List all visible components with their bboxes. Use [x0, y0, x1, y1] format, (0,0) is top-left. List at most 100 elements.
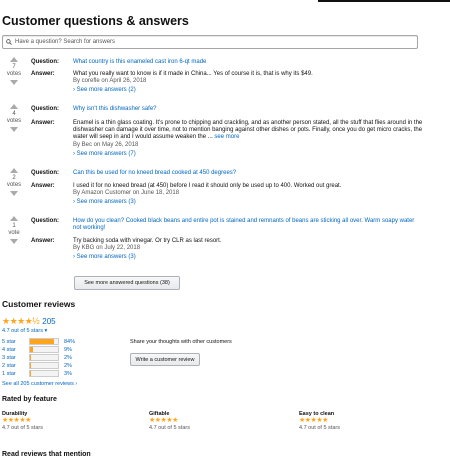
histogram-row[interactable]: 5 star 84%: [2, 338, 75, 345]
feature-rating-text: 4.7 out of 5 stars: [2, 425, 43, 431]
answer-block: What you really want to know is if it ma…: [73, 71, 423, 95]
see-more-answers-link[interactable]: › See more answers (7): [73, 151, 423, 158]
answer-text: Try backing soda with vinegar. Or try CL…: [73, 238, 222, 244]
histogram-percent: 84%: [64, 338, 76, 345]
answer-block: Try backing soda with vinegar. Or try CL…: [73, 238, 423, 262]
downvote-icon[interactable]: [10, 239, 18, 245]
vote-label: votes: [6, 182, 22, 189]
rated-by-feature-title: Rated by feature: [2, 396, 57, 403]
answer-text: Enamel is a thin glass coating. It's pro…: [73, 120, 423, 142]
qa-search-input[interactable]: Have a question? Search for answers: [2, 35, 418, 49]
qa-section-title: Customer questions & answers: [2, 14, 189, 28]
see-more-answers-link[interactable]: › See more answers (2): [73, 87, 423, 94]
histogram-row[interactable]: 3 star 2%: [2, 354, 72, 361]
star-rating-icon: ★★★★½: [2, 316, 40, 326]
histogram-bar-fill: [30, 371, 31, 376]
vote-label: vote: [8, 230, 20, 237]
vote-count: 2: [12, 175, 16, 181]
feature-rating: Easy to clean ★★★★★ 4.7 out of 5 stars: [299, 411, 340, 431]
top-divider: [318, 0, 450, 2]
question-label: Question:: [31, 59, 59, 65]
vote-label: votes: [6, 118, 22, 125]
histogram-percent: 9%: [64, 346, 72, 353]
vote-count: 4: [12, 111, 16, 117]
answer-label: Answer:: [31, 120, 55, 126]
answer-label: Answer:: [31, 183, 55, 189]
histogram-bar: [29, 338, 59, 345]
feature-rating-text: 4.7 out of 5 stars: [149, 425, 190, 431]
question-link[interactable]: How do you clean? Cooked black beans and…: [73, 218, 423, 232]
upvote-icon[interactable]: [10, 216, 18, 221]
histogram-star-label: 5 star: [2, 338, 16, 345]
histogram-star-label: 4 star: [2, 346, 16, 353]
vote-widget: 2 votes: [4, 168, 24, 197]
answer-label: Answer:: [31, 238, 55, 244]
answer-byline: By Amazon Customer on June 18, 2018: [73, 190, 180, 197]
histogram-star-label: 3 star: [2, 354, 16, 361]
upvote-icon[interactable]: [10, 168, 18, 173]
vote-label: votes: [6, 71, 22, 78]
answer-byline: By corefle on April 26, 2018: [73, 78, 147, 85]
histogram-bar-fill: [30, 339, 54, 344]
upvote-icon[interactable]: [10, 57, 18, 62]
review-count-link[interactable]: 205: [42, 317, 55, 326]
write-review-button[interactable]: Write a customer review: [130, 353, 200, 366]
customer-reviews-title: Customer reviews: [2, 299, 76, 309]
histogram-bar: [29, 362, 59, 369]
question-label: Question:: [31, 106, 59, 112]
rating-text-dropdown[interactable]: 4.7 out of 5 stars ▾: [2, 328, 47, 334]
search-icon: [3, 39, 15, 45]
histogram-star-label: 1 star: [2, 370, 16, 377]
see-more-answers-link[interactable]: › See more answers (3): [73, 199, 423, 206]
vote-widget: 1 vote: [4, 216, 24, 245]
histogram-percent: 2%: [64, 354, 72, 361]
question-link[interactable]: Why isn't this dishwasher safe?: [73, 106, 423, 113]
histogram-bar-fill: [30, 363, 31, 368]
answer-byline: By Bec on May 26, 2018: [73, 141, 139, 148]
question-link[interactable]: What country is this enameled cast iron …: [73, 59, 423, 66]
see-more-answers-link[interactable]: › See more answers (3): [73, 254, 423, 261]
histogram-bar-fill: [30, 355, 31, 360]
answer-block: I used it for no kneed bread (at 450) be…: [73, 183, 423, 207]
feature-stars-icon: ★★★★★: [299, 417, 328, 424]
upvote-icon[interactable]: [10, 104, 18, 109]
question-label: Question:: [31, 170, 59, 176]
downvote-icon[interactable]: [10, 127, 18, 133]
vote-widget: 4 votes: [4, 104, 24, 133]
answer-text: What you really want to know is if it ma…: [73, 71, 313, 77]
feature-stars-icon: ★★★★★: [149, 417, 178, 424]
histogram-bar: [29, 370, 59, 377]
answer-block: Enamel is a thin glass coating. It's pro…: [73, 120, 423, 158]
read-reviews-mention-title: Read reviews that mention: [2, 451, 91, 458]
histogram-row[interactable]: 1 star 3%: [2, 370, 72, 377]
share-thoughts-text: Share your thoughts with other customers: [130, 339, 232, 345]
search-placeholder: Have a question? Search for answers: [15, 39, 116, 45]
histogram-bar: [29, 354, 59, 361]
histogram-row[interactable]: 2 star 2%: [2, 362, 72, 369]
downvote-icon[interactable]: [10, 191, 18, 197]
feature-rating: Giftable ★★★★★ 4.7 out of 5 stars: [149, 411, 190, 431]
downvote-icon[interactable]: [10, 80, 18, 86]
vote-count: 1: [12, 223, 16, 229]
question-label: Question:: [31, 218, 59, 224]
histogram-percent: 2%: [64, 362, 72, 369]
question-link[interactable]: Can this be used for no kneed bread cook…: [73, 170, 423, 177]
answer-text: I used it for no kneed bread (at 450) be…: [73, 183, 342, 189]
answer-label: Answer:: [31, 71, 55, 77]
histogram-percent: 3%: [64, 370, 72, 377]
histogram-row[interactable]: 4 star 9%: [2, 346, 72, 353]
vote-widget: 7 votes: [4, 57, 24, 86]
answer-text-body: Enamel is a thin glass coating. It's pro…: [73, 120, 423, 141]
see-more-questions-button[interactable]: See more answered questions (38): [74, 276, 180, 290]
see-all-reviews-link[interactable]: See all 205 customer reviews ›: [2, 381, 77, 387]
histogram-bar-fill: [30, 347, 33, 352]
vote-count: 7: [12, 64, 16, 70]
histogram-star-label: 2 star: [2, 362, 16, 369]
answer-byline: By KBG on July 22, 2018: [73, 245, 141, 252]
feature-rating: Durability ★★★★★ 4.7 out of 5 stars: [2, 411, 43, 431]
histogram-bar: [29, 346, 59, 353]
feature-stars-icon: ★★★★★: [2, 417, 31, 424]
feature-rating-text: 4.7 out of 5 stars: [299, 425, 340, 431]
answer-see-more-link[interactable]: see more: [214, 134, 239, 140]
rating-summary: ★★★★½ 205: [2, 316, 56, 327]
